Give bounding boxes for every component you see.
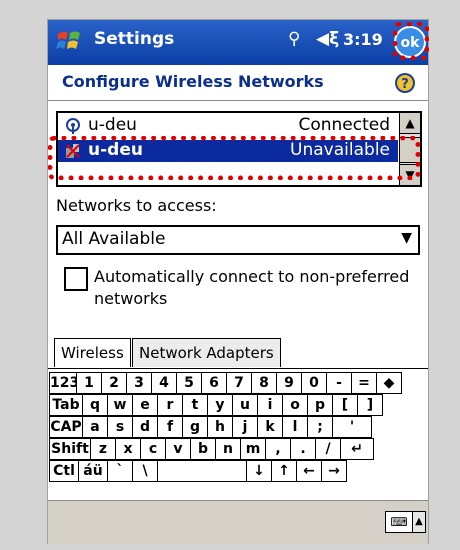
keyboard-key[interactable]: h: [207, 416, 233, 438]
keyboard-key[interactable]: y: [207, 394, 233, 416]
keyboard-key[interactable]: .: [290, 438, 316, 460]
keyboard-key[interactable]: 2: [101, 372, 127, 394]
keyboard-key[interactable]: c: [140, 438, 166, 460]
keyboard-key[interactable]: m: [240, 438, 266, 460]
keyboard-key[interactable]: e: [132, 394, 158, 416]
keyboard-icon[interactable]: ⌨: [385, 511, 413, 533]
keyboard-key[interactable]: \: [132, 460, 158, 482]
tab-divider: [48, 368, 428, 369]
keyboard-key[interactable]: ◆: [376, 372, 402, 394]
keyboard-key[interactable]: t: [182, 394, 208, 416]
keyboard-key[interactable]: a: [82, 416, 108, 438]
keyboard-key[interactable]: b: [190, 438, 216, 460]
keyboard-key[interactable]: l: [282, 416, 308, 438]
signal-icon[interactable]: ⚲: [288, 29, 300, 49]
keyboard-row: Shift z x c v b n m,. / ↵: [49, 438, 426, 460]
tab-wireless[interactable]: Wireless: [54, 338, 131, 367]
keyboard-key[interactable]: k: [257, 416, 283, 438]
keyboard-key[interactable]: 0: [301, 372, 327, 394]
keyboard-key[interactable]: u: [232, 394, 258, 416]
keyboard-key[interactable]: 4: [151, 372, 177, 394]
soft-keyboard[interactable]: 123 1 2 3 4 5 6 7 8 9 0- = ◆ Tab q w e r t y u i o p[] CAP a s d f…: [49, 372, 426, 504]
keyboard-key[interactable]: [157, 460, 247, 482]
keyboard-key[interactable]: CAP: [49, 416, 83, 438]
keyboard-key[interactable]: Ctl: [49, 460, 79, 482]
keyboard-key[interactable]: ;: [307, 416, 333, 438]
keyboard-key[interactable]: /: [315, 438, 341, 460]
tab-network-adapters[interactable]: Network Adapters: [132, 338, 281, 367]
scroll-up-icon[interactable]: ▲: [400, 113, 420, 134]
networks-to-access-label: Networks to access:: [56, 196, 217, 215]
keyboard-key[interactable]: -: [326, 372, 352, 394]
keyboard-key[interactable]: r: [157, 394, 183, 416]
header-divider: [48, 100, 428, 101]
volume-icon[interactable]: ◀ξ: [316, 29, 339, 49]
app-title: Settings: [94, 29, 175, 49]
keyboard-key[interactable]: ↓: [246, 460, 272, 482]
pocketpc-screen: Settings ⚲ ◀ξ 3:19 ok Configure Wireless…: [48, 20, 428, 544]
auto-connect-label: Automatically connect to non-preferred n…: [94, 267, 410, 308]
keyboard-key[interactable]: x: [115, 438, 141, 460]
keyboard-key[interactable]: 9: [276, 372, 302, 394]
keyboard-key[interactable]: ': [332, 416, 372, 438]
keyboard-key[interactable]: d: [132, 416, 158, 438]
keyboard-key[interactable]: Tab: [49, 394, 83, 416]
keyboard-row: CAP a s d f g h j k l; ': [49, 416, 426, 438]
keyboard-key[interactable]: g: [182, 416, 208, 438]
keyboard-key[interactable]: 8: [251, 372, 277, 394]
keyboard-row: 123 1 2 3 4 5 6 7 8 9 0- = ◆: [49, 372, 426, 394]
keyboard-key[interactable]: `: [107, 460, 133, 482]
keyboard-key[interactable]: 7: [226, 372, 252, 394]
keyboard-key[interactable]: 6: [201, 372, 227, 394]
networks-to-access-select[interactable]: All Available ▼: [56, 225, 420, 255]
help-icon[interactable]: ?: [394, 72, 416, 94]
keyboard-key[interactable]: 5: [176, 372, 202, 394]
network-row[interactable]: u-deu Connected: [58, 115, 398, 137]
auto-connect-checkbox[interactable]: [64, 267, 88, 291]
title-bar: Settings ⚲ ◀ξ 3:19 ok: [48, 20, 428, 65]
clock[interactable]: 3:19: [343, 30, 383, 49]
keyboard-key[interactable]: Shift: [49, 438, 91, 460]
keyboard-key[interactable]: p: [307, 394, 333, 416]
keyboard-key[interactable]: ↑: [271, 460, 297, 482]
chevron-down-icon[interactable]: ▼: [401, 230, 412, 246]
keyboard-key[interactable]: ←: [296, 460, 322, 482]
ok-highlight: [393, 22, 429, 60]
svg-text:?: ?: [401, 77, 409, 92]
keyboard-row: Ctl áü ` \ ↓ ↑ ← →: [49, 460, 426, 482]
page-title: Configure Wireless Networks: [62, 72, 324, 91]
keyboard-key[interactable]: w: [107, 394, 133, 416]
select-value: All Available: [62, 229, 166, 249]
keyboard-key[interactable]: o: [282, 394, 308, 416]
windows-start-icon[interactable]: [56, 28, 82, 54]
keyboard-key[interactable]: s: [107, 416, 133, 438]
network-name: u-deu: [88, 115, 137, 135]
tab-bar: Wireless Network Adapters: [48, 338, 428, 368]
keyboard-key[interactable]: j: [232, 416, 258, 438]
keyboard-key[interactable]: 123: [49, 372, 79, 394]
selected-network-highlight: [48, 136, 420, 180]
network-status: Connected: [298, 115, 390, 135]
keyboard-key[interactable]: [: [332, 394, 358, 416]
keyboard-key[interactable]: v: [165, 438, 191, 460]
wifi-icon: [66, 118, 80, 134]
keyboard-key[interactable]: ↵: [340, 438, 374, 460]
menu-bar: ⌨ ▲: [48, 500, 428, 544]
keyboard-key[interactable]: z: [90, 438, 116, 460]
chevron-up-icon[interactable]: ▲: [412, 511, 426, 533]
keyboard-key[interactable]: f: [157, 416, 183, 438]
keyboard-key[interactable]: 1: [76, 372, 102, 394]
keyboard-key[interactable]: q: [82, 394, 108, 416]
keyboard-row: Tab q w e r t y u i o p[]: [49, 394, 426, 416]
keyboard-key[interactable]: 3: [126, 372, 152, 394]
keyboard-key[interactable]: n: [215, 438, 241, 460]
keyboard-key[interactable]: áü: [78, 460, 108, 482]
keyboard-key[interactable]: ]: [357, 394, 383, 416]
keyboard-key[interactable]: =: [351, 372, 377, 394]
keyboard-key[interactable]: →: [321, 460, 347, 482]
keyboard-key[interactable]: i: [257, 394, 283, 416]
keyboard-key[interactable]: ,: [265, 438, 291, 460]
